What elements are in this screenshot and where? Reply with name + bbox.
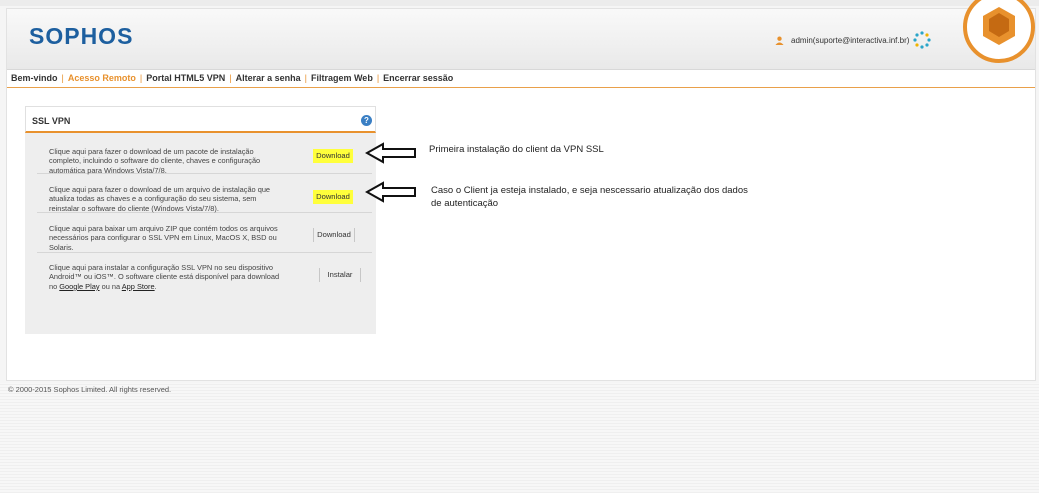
header-bar: SOPHOS admin(suporte@interactiva.inf.br) [7, 0, 1035, 70]
nav-separator: | [376, 73, 380, 83]
app-store-link[interactable]: App Store [122, 282, 155, 291]
google-play-link[interactable]: Google Play [59, 282, 99, 291]
user-account-label[interactable]: admin(suporte@interactiva.inf.br) [791, 36, 909, 45]
nav-encerrar-sessao[interactable]: Encerrar sessão [383, 73, 453, 83]
copyright-footer: © 2000-2015 Sophos Limited. All rights r… [8, 385, 172, 394]
panel-header: SSL VPN ? [25, 106, 376, 133]
nav-separator: | [139, 73, 143, 83]
main-navigation: Bem-vindo | Acesso Remoto | Portal HTML5 VPN… [7, 70, 1035, 88]
loading-spinner-icon [913, 31, 931, 49]
download-full-install-button[interactable]: Download [313, 149, 353, 163]
download-zip-button[interactable]: Download [313, 228, 355, 242]
annotation-arrow-icon [365, 181, 416, 203]
download-row-config-update: Clique aqui para fazer o download de um … [37, 176, 372, 213]
annotation-first-install: Primeira instalação do client da VPN SSL [429, 144, 604, 155]
sophos-emblem-icon [963, 0, 1035, 63]
download-row-zip: Clique aqui para baixar um arquivo ZIP q… [37, 215, 372, 253]
annotation-update-config: Caso o Client ja esteja instalado, e sej… [431, 185, 748, 209]
install-row-mobile: Clique aqui para instalar a configuração… [37, 255, 372, 293]
sophos-logo: SOPHOS [29, 23, 134, 49]
annotation-arrow-icon [365, 142, 416, 164]
nav-alterar-senha[interactable]: Alterar a senha [236, 73, 301, 83]
row-description: Clique aqui para fazer o download de um … [49, 147, 261, 175]
download-row-full-install: Clique aqui para fazer o download de um … [37, 139, 372, 175]
nav-portal-html5-vpn[interactable]: Portal HTML5 VPN [146, 73, 225, 83]
nav-separator: | [304, 73, 307, 83]
download-config-update-button[interactable]: Download [313, 190, 353, 204]
row-description: Clique aqui para baixar um arquivo ZIP q… [49, 224, 278, 252]
main-window: SOPHOS admin(suporte@interactiva.inf.br)… [6, 0, 1036, 381]
nav-separator: | [61, 73, 64, 83]
row-text-end: . [154, 281, 157, 291]
panel-title: SSL VPN [32, 116, 71, 126]
help-icon[interactable]: ? [361, 115, 372, 126]
nav-acesso-remoto[interactable]: Acesso Remoto [68, 73, 136, 83]
row-description: Clique aqui para instalar a configuração… [49, 263, 281, 291]
row-description: Clique aqui para fazer o download de um … [49, 185, 271, 213]
top-strip [0, 0, 1039, 6]
install-mobile-button[interactable]: Instalar [319, 268, 361, 282]
nav-filtragem-web[interactable]: Filtragem Web [311, 73, 373, 83]
user-icon [775, 36, 784, 45]
row-text-middle: ou na [99, 281, 122, 291]
nav-bem-vindo[interactable]: Bem-vindo [11, 73, 58, 83]
nav-separator: | [229, 73, 232, 83]
ssl-vpn-panel: SSL VPN ? Clique aqui para fazer o downl… [25, 106, 376, 334]
